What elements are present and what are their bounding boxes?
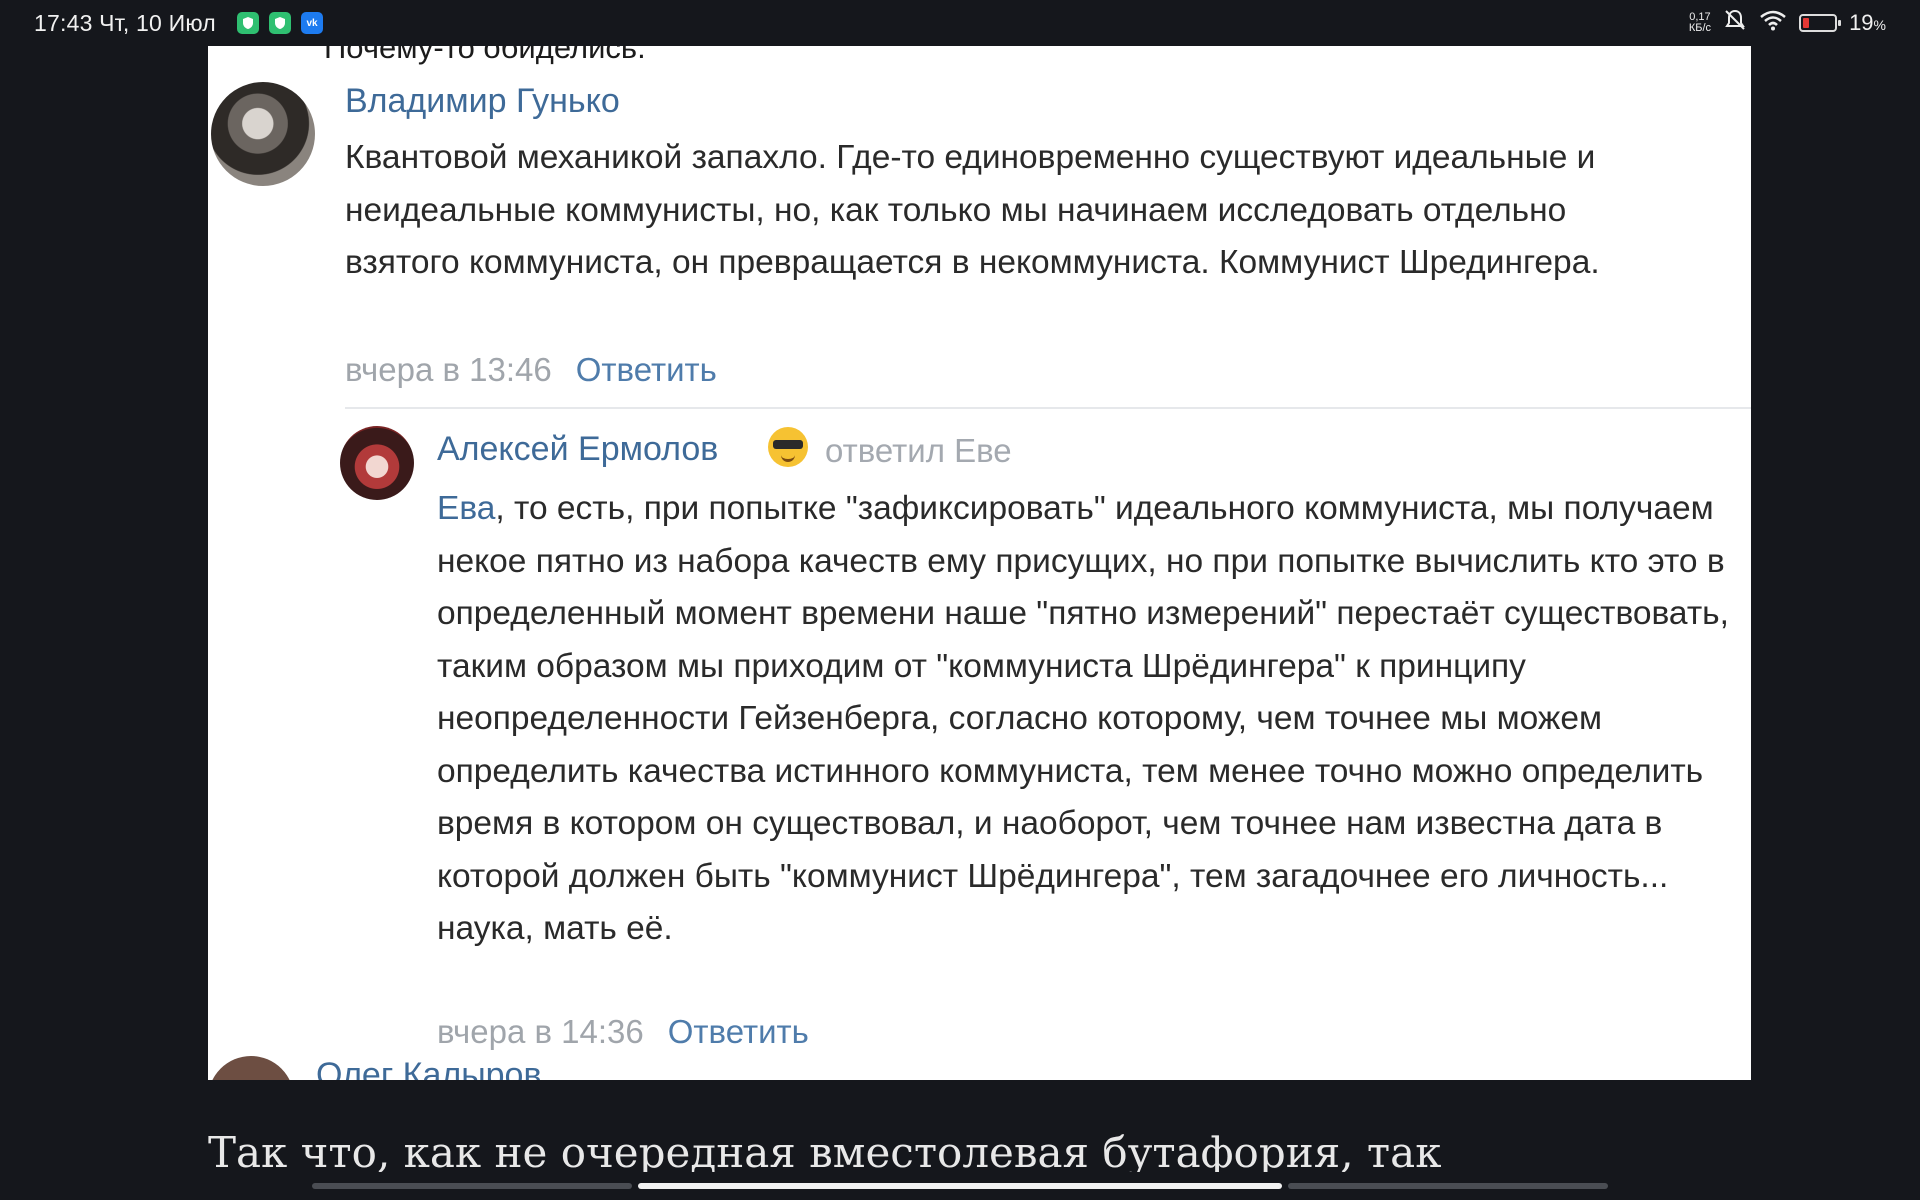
battery-level [1803, 17, 1810, 28]
battery-percent: 19% [1849, 9, 1886, 35]
avatar [340, 426, 414, 500]
status-right: 0,17 КБ/с 19% [1689, 8, 1886, 37]
avatar [208, 1056, 294, 1080]
wifi-icon [1759, 9, 1787, 36]
bell-off-icon [1723, 8, 1747, 37]
notification-icons: vk [237, 12, 323, 34]
clipped-comment-text: Почему-то обиделись. [324, 46, 646, 65]
divider [345, 407, 1751, 409]
reading-progress [0, 1180, 1920, 1200]
status-time: 17:43 Чт, 10 Июл [34, 10, 216, 36]
progress-segment [312, 1183, 632, 1189]
comment-author: Владимир Гунько [345, 82, 620, 120]
comment-text: Квантовой механикой запахло. Где-то един… [345, 139, 1600, 281]
battery-icon [1799, 13, 1842, 32]
comment-time: вчера в 13:46 [345, 351, 552, 388]
vk-icon: vk [301, 12, 323, 34]
shield-app-icon [237, 12, 259, 34]
article-text: Так что, как не очередная вместолевая бу… [208, 1128, 1442, 1172]
replied-to: ответил Еве [825, 432, 1012, 469]
comment-author: Олег Калыров [316, 1056, 542, 1080]
mention-link: Ева [437, 490, 496, 527]
status-bar: 17:43 Чт, 10 Июл vk 0,17 КБ/с 19% [0, 0, 1920, 46]
comment-meta: вчера в 13:46 Ответить [345, 351, 717, 389]
comment-time: вчера в 14:36 [437, 1013, 644, 1050]
comment-text: Ева, то есть, при попытке "зафиксировать… [437, 490, 1729, 947]
net-speed: 0,17 КБ/с [1688, 10, 1712, 34]
avatar [211, 82, 315, 186]
reply-link: Ответить [667, 1013, 809, 1050]
sunglasses-emoji-icon [768, 427, 808, 467]
comment-screenshot-image: Почему-то обиделись. Владимир Гунько Ква… [208, 46, 1751, 1080]
progress-segment-active [638, 1183, 1282, 1189]
shield-app-icon [269, 12, 291, 34]
progress-segment [1288, 1183, 1608, 1189]
reply-link: Ответить [575, 351, 717, 388]
comment-meta: вчера в 14:36 Ответить [437, 1013, 809, 1051]
comment-author: Алексей Ермолов [437, 430, 719, 468]
